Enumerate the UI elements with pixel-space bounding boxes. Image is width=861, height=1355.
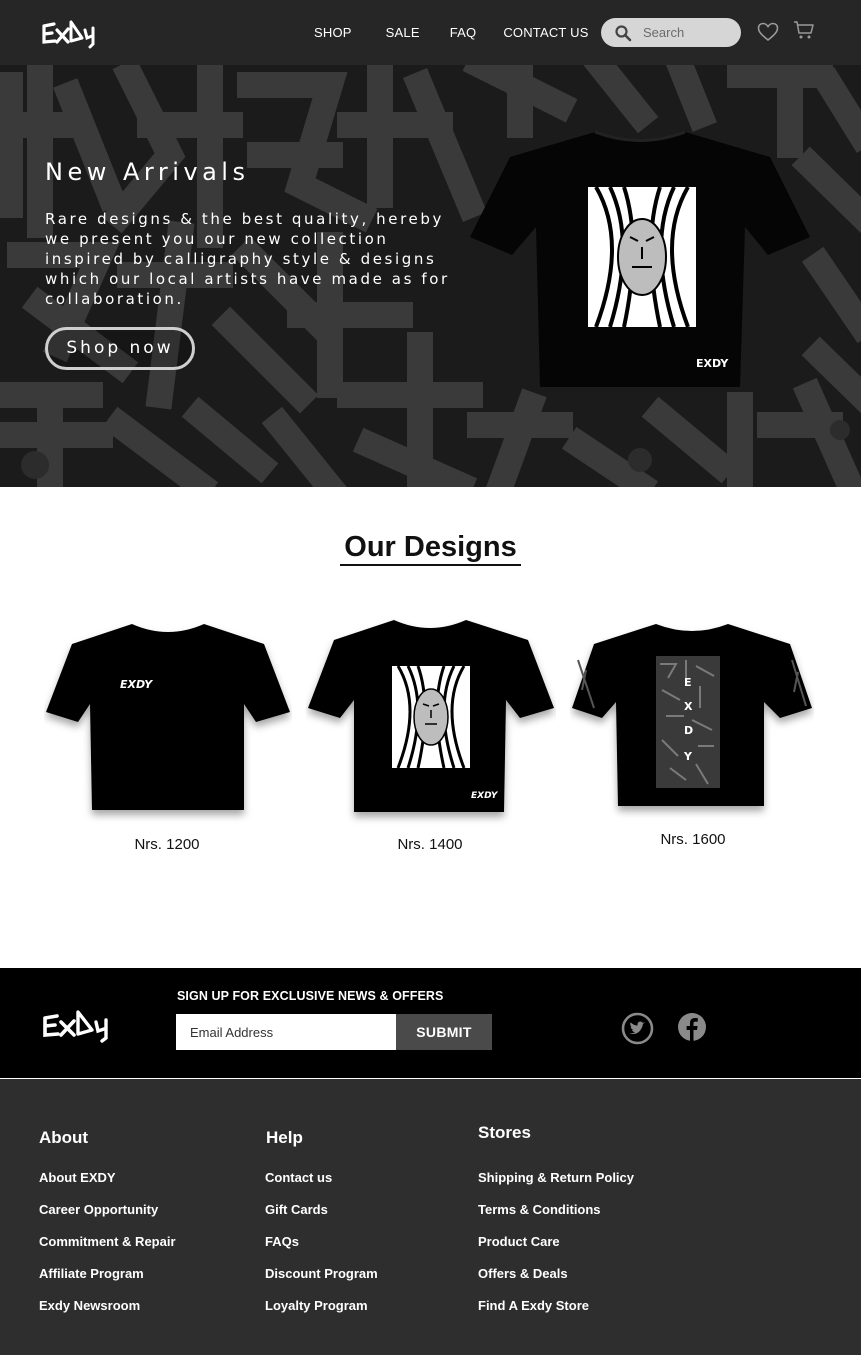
footer-link-about-exdy[interactable]: About EXDY <box>39 1170 176 1202</box>
hero-title: New Arrivals <box>45 158 250 186</box>
footer-column-stores: Stores Shipping & Return Policy Terms & … <box>478 1123 634 1313</box>
footer-link-affiliate[interactable]: Affiliate Program <box>39 1266 176 1298</box>
product-card-2[interactable]: EXDY <box>306 616 556 828</box>
search-icon[interactable] <box>614 24 632 42</box>
search-box[interactable] <box>601 18 741 47</box>
our-designs-title: Our Designs <box>340 530 521 566</box>
shop-now-button[interactable]: Shop now <box>45 327 195 370</box>
black-tshirt-calligraphy-print-image[interactable]: EXDY <box>570 620 814 822</box>
product-price-2: Nrs. 1400 <box>397 836 463 853</box>
cart-icon[interactable] <box>793 20 815 40</box>
svg-text:D: D <box>684 724 693 737</box>
top-navbar: SHOP SALE FAQ CONTACT US <box>0 0 861 65</box>
product-card-1[interactable]: EXDY <box>44 620 292 828</box>
footer-column-help: Help Contact us Gift Cards FAQs Discount… <box>265 1128 378 1313</box>
svg-text:EXDY: EXDY <box>471 791 499 801</box>
footer-link-find-store[interactable]: Find A Exdy Store <box>478 1298 634 1330</box>
footer-link-discount[interactable]: Discount Program <box>265 1266 378 1298</box>
nav-link-sale[interactable]: SALE <box>386 25 420 40</box>
exdy-logo-icon[interactable] <box>40 14 100 50</box>
newsletter-band: SIGN UP FOR EXCLUSIVE NEWS & OFFERS SUBM… <box>0 968 861 1078</box>
footer-link-career[interactable]: Career Opportunity <box>39 1202 176 1234</box>
svg-text:EXDY: EXDY <box>696 357 729 370</box>
footer-link-loyalty[interactable]: Loyalty Program <box>265 1298 378 1330</box>
nav-link-contact[interactable]: CONTACT US <box>503 25 588 40</box>
newsletter-heading: SIGN UP FOR EXCLUSIVE NEWS & OFFERS <box>177 989 444 1003</box>
product-price-1: Nrs. 1200 <box>134 836 200 853</box>
nav-links: SHOP SALE FAQ CONTACT US <box>310 0 589 65</box>
product-price-3: Nrs. 1600 <box>660 831 726 848</box>
footer-links-about: About EXDY Career Opportunity Commitment… <box>39 1170 176 1330</box>
footer-heading-about: About <box>39 1128 89 1147</box>
footer-heading-stores: Stores <box>478 1123 531 1142</box>
our-designs-heading: Our Designs <box>0 530 861 566</box>
footer-link-shipping[interactable]: Shipping & Return Policy <box>478 1170 634 1202</box>
svg-text:EXDY: EXDY <box>120 678 153 691</box>
footer-link-offers[interactable]: Offers & Deals <box>478 1266 634 1298</box>
black-tshirt-small-logo-image[interactable]: EXDY <box>44 620 292 828</box>
svg-text:X: X <box>684 700 693 713</box>
nav-link-faq[interactable]: FAQ <box>450 25 477 40</box>
product-card-3[interactable]: EXDY <box>570 620 814 822</box>
footer-links-stores: Shipping & Return Policy Terms & Conditi… <box>478 1170 634 1330</box>
site-footer: About About EXDY Career Opportunity Comm… <box>0 1079 861 1355</box>
footer-link-newsroom[interactable]: Exdy Newsroom <box>39 1298 176 1330</box>
exdy-logo-icon[interactable] <box>40 1004 115 1044</box>
heart-icon[interactable] <box>757 22 779 42</box>
footer-links-help: Contact us Gift Cards FAQs Discount Prog… <box>265 1170 378 1330</box>
hero-tshirt-image: EXDY <box>470 130 810 387</box>
email-field[interactable] <box>176 1014 396 1050</box>
footer-heading-help: Help <box>266 1128 303 1147</box>
hero-description: Rare designs & the best quality, hereby … <box>45 210 450 308</box>
facebook-icon[interactable] <box>677 1012 707 1042</box>
submit-button[interactable]: SUBMIT <box>396 1014 492 1050</box>
hero-banner: New Arrivals Rare designs & the best qua… <box>0 65 861 487</box>
nav-link-shop[interactable]: SHOP <box>314 25 352 40</box>
black-tshirt-face-print-image[interactable]: EXDY <box>306 616 556 828</box>
footer-link-faqs[interactable]: FAQs <box>265 1234 378 1266</box>
footer-link-gift-cards[interactable]: Gift Cards <box>265 1202 378 1234</box>
footer-link-terms[interactable]: Terms & Conditions <box>478 1202 634 1234</box>
footer-link-contact[interactable]: Contact us <box>265 1170 378 1202</box>
svg-text:E: E <box>684 676 692 689</box>
search-input[interactable] <box>643 22 733 43</box>
footer-column-about: About About EXDY Career Opportunity Comm… <box>39 1128 176 1313</box>
footer-link-product-care[interactable]: Product Care <box>478 1234 634 1266</box>
svg-text:Y: Y <box>683 750 693 763</box>
footer-link-commitment[interactable]: Commitment & Repair <box>39 1234 176 1266</box>
twitter-icon[interactable] <box>621 1012 654 1045</box>
